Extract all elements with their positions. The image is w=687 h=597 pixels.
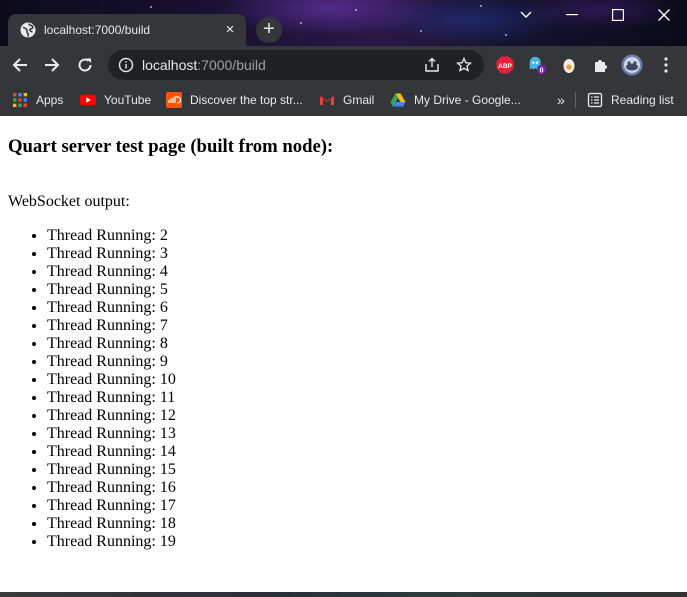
websocket-message-item: Thread Running: 6: [47, 299, 176, 317]
websocket-message-item: Thread Running: 9: [47, 353, 176, 371]
websocket-message-item: Thread Running: 10: [47, 371, 176, 389]
new-tab-button[interactable]: +: [256, 17, 282, 43]
bookmark-star-icon[interactable]: [456, 57, 472, 73]
websocket-output-label: WebSocket output:: [8, 193, 130, 210]
forward-arrow-icon[interactable]: [38, 51, 66, 79]
websocket-message-item: Thread Running: 4: [47, 263, 176, 281]
url-path: :7000/build: [197, 57, 266, 73]
youtube-icon: [80, 94, 96, 106]
websocket-message-item: Thread Running: 3: [47, 245, 176, 263]
page-heading: Quart server test page (built from node)…: [8, 136, 334, 157]
soundcloud-icon: [166, 92, 182, 108]
google-drive-icon: [390, 93, 406, 107]
bookmark-my-drive[interactable]: My Drive - Google...: [390, 84, 521, 116]
bookmark-soundcloud[interactable]: Discover the top str...: [166, 84, 303, 116]
bookmark-label: Apps: [36, 93, 64, 107]
site-info-icon[interactable]: [118, 57, 134, 73]
page-content: Quart server test page (built from node)…: [0, 116, 687, 592]
websocket-message-item: Thread Running: 11: [47, 389, 176, 407]
bookmarks-overflow-button[interactable]: »: [557, 84, 565, 116]
egg-extension-icon[interactable]: [559, 55, 579, 75]
maximize-icon[interactable]: [595, 0, 641, 30]
apps-grid-icon: [13, 93, 27, 107]
extensions-puzzle-icon[interactable]: [591, 55, 611, 75]
back-arrow-icon[interactable]: [6, 51, 34, 79]
websocket-message-item: Thread Running: 12: [47, 407, 176, 425]
bookmark-apps[interactable]: Apps: [12, 84, 63, 116]
websocket-message-item: Thread Running: 7: [47, 317, 176, 335]
bookmark-label: Discover the top str...: [190, 93, 303, 107]
browser-chrome: localhost:7000/build × + localhost:7000/…: [0, 0, 687, 116]
tab-strip: localhost:7000/build × +: [0, 0, 687, 46]
ghost-extension-icon[interactable]: 0: [527, 55, 547, 75]
bookmark-label: Gmail: [343, 93, 375, 107]
tab-title: localhost:7000/build: [44, 23, 151, 37]
tab-active[interactable]: localhost:7000/build ×: [8, 14, 246, 46]
bookmarks-bar: Apps YouTube Discover the top str... Gma…: [0, 84, 687, 116]
bookmark-label: YouTube: [104, 93, 152, 107]
websocket-message-item: Thread Running: 19: [47, 533, 176, 551]
websocket-message-item: Thread Running: 8: [47, 335, 176, 353]
websocket-message-list: Thread Running: 2Thread Running: 3Thread…: [0, 227, 176, 551]
websocket-message-item: Thread Running: 18: [47, 515, 176, 533]
browser-toolbar: localhost:7000/build ABP 0: [0, 46, 687, 84]
reload-icon[interactable]: [71, 51, 99, 79]
websocket-message-item: Thread Running: 2: [47, 227, 176, 245]
tab-close-icon[interactable]: ×: [222, 22, 238, 38]
url-host: localhost: [142, 57, 198, 73]
adblock-plus-icon[interactable]: ABP: [495, 55, 515, 75]
gmail-icon: [319, 95, 335, 105]
bookmark-label: My Drive - Google...: [414, 93, 521, 107]
bookmark-divider: [575, 92, 576, 108]
minimize-icon[interactable]: [549, 0, 595, 30]
websocket-message-item: Thread Running: 16: [47, 479, 176, 497]
websocket-message-item: Thread Running: 13: [47, 425, 176, 443]
profile-avatar-icon[interactable]: [620, 53, 644, 77]
globe-icon: [20, 22, 36, 38]
svg-text:0: 0: [540, 65, 544, 74]
url-text: localhost:7000/build: [142, 57, 266, 73]
bookmark-youtube[interactable]: YouTube: [80, 84, 151, 116]
websocket-message-item: Thread Running: 14: [47, 443, 176, 461]
desktop-taskbar-strip: [0, 592, 687, 597]
share-icon[interactable]: [424, 57, 440, 73]
reading-list-button[interactable]: Reading list: [587, 84, 674, 116]
bookmark-gmail[interactable]: Gmail: [319, 84, 374, 116]
websocket-message-item: Thread Running: 5: [47, 281, 176, 299]
websocket-message-item: Thread Running: 15: [47, 461, 176, 479]
tab-search-chevron-down-icon[interactable]: [503, 0, 549, 30]
websocket-message-item: Thread Running: 17: [47, 497, 176, 515]
reading-list-label: Reading list: [611, 93, 674, 107]
svg-text:ABP: ABP: [498, 63, 512, 70]
window-close-icon[interactable]: [641, 0, 687, 30]
more-menu-kebab-icon[interactable]: [656, 55, 676, 75]
reading-list-icon: [587, 92, 603, 108]
address-bar[interactable]: localhost:7000/build: [108, 50, 484, 80]
